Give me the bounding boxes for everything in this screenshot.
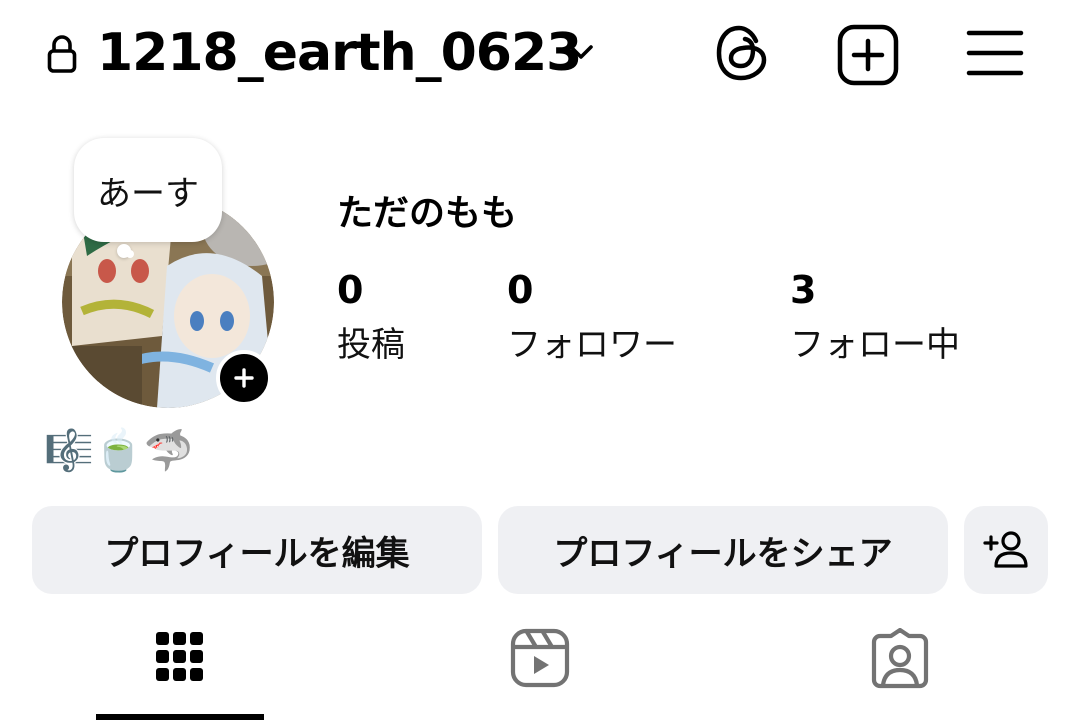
reels-icon xyxy=(510,628,570,688)
tab-grid[interactable] xyxy=(96,604,264,720)
share-profile-button[interactable]: プロフィールをシェア xyxy=(498,506,948,594)
note-bubble-tail-small xyxy=(126,250,134,258)
threads-icon[interactable] xyxy=(712,22,772,84)
tagged-icon xyxy=(871,628,929,689)
account-username[interactable]: 1218_earth_0623 xyxy=(97,20,582,86)
active-tab-indicator xyxy=(96,714,264,720)
tab-tagged[interactable] xyxy=(816,604,984,720)
edit-profile-button[interactable]: プロフィールを編集 xyxy=(32,506,482,594)
discover-people-button[interactable] xyxy=(964,506,1048,594)
grid-icon xyxy=(156,632,203,681)
display-name: ただのもも xyxy=(337,193,518,234)
plus-icon xyxy=(234,368,254,388)
note-bubble[interactable]: あーす xyxy=(74,138,222,242)
posts-label: 投稿 xyxy=(337,325,405,365)
bio-text: 🎼🍵🦈 xyxy=(44,428,194,474)
tab-reels[interactable] xyxy=(456,604,624,720)
add-story-button[interactable] xyxy=(216,350,272,406)
following-label[interactable]: フォロー中 xyxy=(790,322,960,368)
create-plus-icon[interactable] xyxy=(836,24,900,86)
posts-count: 0 xyxy=(337,268,364,312)
add-person-icon xyxy=(983,531,1028,568)
chevron-down-icon[interactable] xyxy=(566,40,596,64)
followers-label[interactable]: フォロワー xyxy=(507,322,677,368)
following-count[interactable]: 3 xyxy=(790,266,816,314)
lock-icon xyxy=(46,34,78,74)
followers-count[interactable]: 0 xyxy=(507,266,533,314)
menu-icon[interactable] xyxy=(964,26,1026,80)
